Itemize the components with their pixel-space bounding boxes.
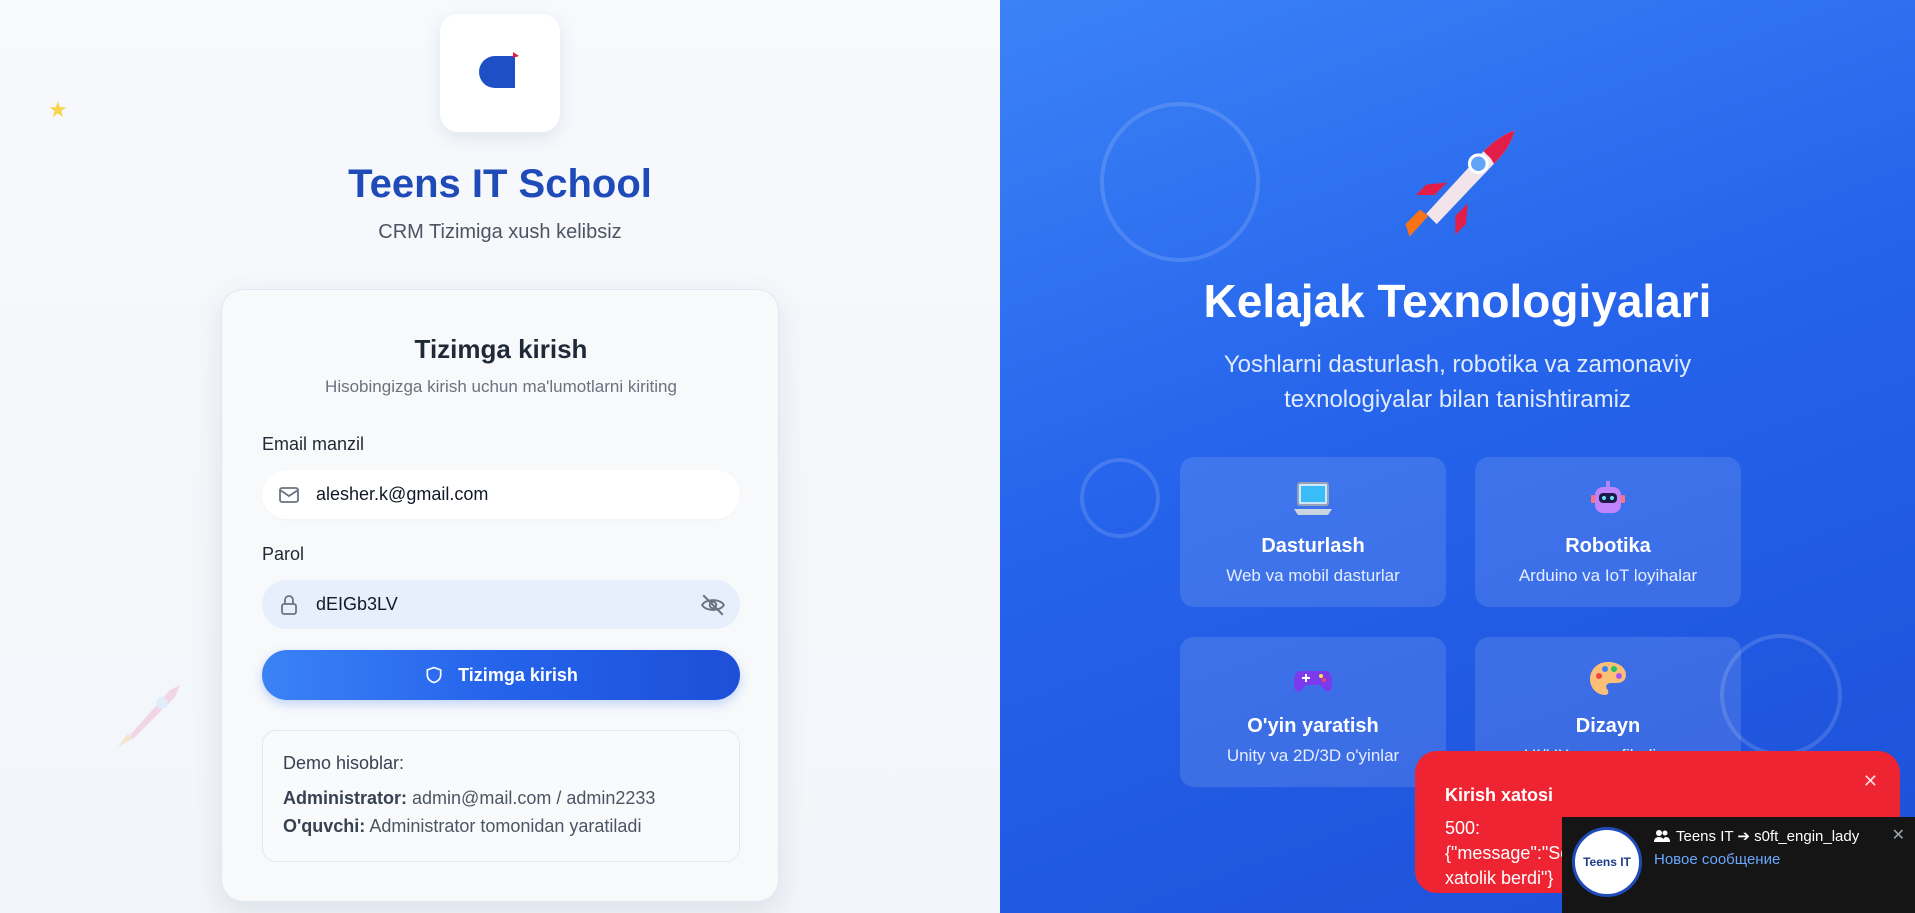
email-field[interactable]: alesher.k@gmail.com (262, 470, 740, 519)
logo-icon (479, 52, 519, 88)
hero-subtitle: Yoshlarni dasturlash, robotika va zamona… (1223, 351, 1692, 413)
logo (440, 14, 560, 132)
mail-icon (276, 482, 302, 508)
palette-icon (1475, 657, 1741, 701)
demo-student-value: Administrator tomonidan yaratiladi (369, 816, 642, 836)
email-value[interactable]: alesher.k@gmail.com (316, 484, 488, 505)
login-button-label: Tizimga kirish (458, 664, 578, 685)
ring-decoration (1080, 458, 1160, 538)
ring-decoration (1100, 102, 1260, 262)
feature-card-programming: Dasturlash Web va mobil dasturlar (1180, 457, 1446, 607)
demo-admin-label: Administrator: (283, 788, 408, 808)
password-label: Parol (262, 544, 305, 564)
feature-desc: Arduino va IoT loyihalar (1518, 566, 1698, 585)
laptop-icon (1180, 477, 1446, 521)
close-icon[interactable]: ✕ (1863, 771, 1878, 792)
demo-admin: Administrator: admin@mail.com / admin223… (283, 788, 719, 809)
rocket-icon (1405, 130, 1515, 237)
login-card: Tizimga kirish Hisobingizga kirish uchun… (221, 289, 779, 902)
feature-desc: Unity va 2D/3D o'yinlar (1226, 746, 1400, 765)
close-icon[interactable]: ✕ (1892, 825, 1905, 845)
eye-off-icon[interactable] (700, 592, 726, 618)
brand-title: Teens IT School (348, 162, 652, 206)
users-icon (1654, 830, 1670, 842)
error-toast-message: 500: {"message":"Server xatolik berdi"} (1445, 818, 1602, 888)
notification-sender: Teens IT ➔ s0ft_engin_lady (1676, 828, 1860, 845)
shield-icon (426, 666, 442, 684)
brand-subtitle: CRM Tizimiga xush kelibsiz (378, 221, 622, 243)
feature-card-game-dev: O'yin yaratish Unity va 2D/3D o'yinlar (1180, 637, 1446, 787)
notification-text: Новое сообщение (1654, 851, 1781, 868)
password-field[interactable]: dEIGb3LV (262, 580, 740, 629)
email-label: Email manzil (262, 434, 365, 454)
feature-title: Dasturlash (1261, 535, 1365, 557)
demo-student-label: O'quvchi: (283, 816, 366, 836)
feature-title: Dizayn (1575, 715, 1641, 737)
login-button[interactable]: Tizimga kirish (262, 650, 740, 700)
feature-card-robotics: Robotika Arduino va IoT loyihalar (1475, 457, 1741, 607)
rocket-decoration-icon (118, 685, 180, 747)
login-title: Tizimga kirish (414, 334, 588, 364)
login-panel: ★ Teens IT School CRM Tizimiga xush keli… (0, 0, 1000, 913)
demo-admin-value: admin@mail.com / admin2233 (412, 788, 656, 808)
notification-header: Teens IT ➔ s0ft_engin_lady (1654, 827, 1859, 845)
message-notification[interactable]: Teens IT Teens IT ➔ s0ft_engin_lady Ново… (1562, 817, 1915, 913)
avatar: Teens IT (1572, 827, 1642, 897)
error-toast-title: Kirish xatosi (1445, 785, 1554, 805)
star-icon: ★ (48, 97, 68, 122)
login-subtitle: Hisobingizga kirish uchun ma'lumotlarni … (325, 377, 677, 396)
lock-icon (276, 592, 302, 618)
demo-title: Demo hisoblar: (283, 753, 405, 773)
demo-accounts: Demo hisoblar: Administrator: admin@mail… (262, 730, 740, 862)
gamepad-icon (1180, 657, 1446, 701)
feature-desc: Web va mobil dasturlar (1226, 566, 1400, 585)
feature-title: Robotika (1565, 535, 1651, 557)
feature-title: O'yin yaratish (1247, 715, 1379, 737)
hero-title: Kelajak Texnologiyalari (1203, 275, 1712, 327)
password-value[interactable]: dEIGb3LV (316, 594, 398, 615)
robot-icon (1475, 477, 1741, 521)
demo-student: O'quvchi: Administrator tomonidan yarati… (283, 816, 719, 837)
